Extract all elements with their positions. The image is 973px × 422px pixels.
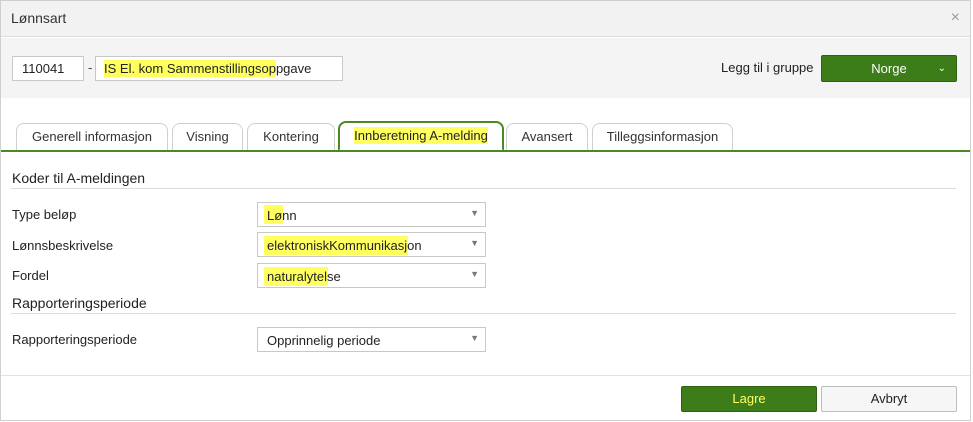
tab-kontering[interactable]: Kontering (247, 123, 335, 150)
tab-label: Tilleggsinformasjon (606, 129, 719, 144)
dialog-title: Lønnsart (11, 10, 67, 26)
tab-label: Kontering (263, 129, 319, 144)
close-icon[interactable]: × (951, 9, 960, 27)
cancel-button-label: Avbryt (870, 391, 908, 406)
type-belop-label: Type beløp (12, 207, 77, 222)
lonnsart-dialog: Lønnsart × - Legg til i gruppe Norge ⌄ G… (0, 0, 971, 421)
fordel-select[interactable]: naturalytelse ▼ (257, 263, 486, 288)
tab-innberetning-a-melding[interactable]: Innberetning A-melding (338, 121, 504, 151)
tab-visning[interactable]: Visning (172, 123, 243, 150)
add-to-group-label: Legg til i gruppe (721, 60, 814, 75)
rapporteringsperiode-value: Opprinnelig periode (267, 333, 381, 348)
footer-divider (1, 375, 970, 376)
section-title-period: Rapporteringsperiode (12, 295, 147, 311)
type-belop-select[interactable]: Lønn ▼ (257, 202, 486, 227)
chevron-down-icon: ⌄ (937, 63, 946, 74)
save-button[interactable]: Lagre (681, 386, 817, 412)
section-divider (11, 188, 956, 189)
code-input[interactable] (12, 56, 84, 81)
select-arrow-icon: ▼ (470, 238, 479, 248)
fordel-value: naturalytelse (267, 269, 341, 284)
type-belop-value: Lønn (267, 208, 297, 223)
rapporteringsperiode-select[interactable]: Opprinnelig periode ▼ (257, 327, 486, 352)
select-arrow-icon: ▼ (470, 208, 479, 218)
group-dropdown-button[interactable]: Norge ⌄ (821, 55, 957, 82)
cancel-button[interactable]: Avbryt (821, 386, 957, 412)
save-button-label: Lagre (732, 391, 766, 406)
tab-label: Generell informasjon (32, 129, 152, 144)
tab-bar: Generell informasjon Visning Kontering I… (1, 98, 970, 151)
name-input[interactable] (95, 56, 343, 81)
section-title-codes: Koder til A-meldingen (12, 170, 146, 186)
tab-tilleggsinformasjon[interactable]: Tilleggsinformasjon (592, 123, 733, 150)
dialog-header: - Legg til i gruppe Norge ⌄ (1, 38, 970, 98)
group-dropdown-label: Norge (871, 61, 907, 76)
tab-underline (1, 150, 970, 152)
lonnsbeskrivelse-select[interactable]: elektroniskKommunikasjon ▼ (257, 232, 486, 257)
lonnsbeskrivelse-value: elektroniskKommunikasjon (267, 238, 422, 253)
code-separator: - (88, 60, 93, 75)
fordel-label: Fordel (12, 268, 49, 283)
tab-label: Avansert (521, 129, 573, 144)
select-arrow-icon: ▼ (470, 269, 479, 279)
section-divider (11, 313, 956, 314)
tab-label: Innberetning A-melding (354, 127, 488, 144)
select-arrow-icon: ▼ (470, 333, 479, 343)
tab-avansert[interactable]: Avansert (506, 123, 588, 150)
tab-generell-informasjon[interactable]: Generell informasjon (16, 123, 168, 150)
rapporteringsperiode-label: Rapporteringsperiode (12, 332, 138, 347)
tab-label: Visning (186, 129, 229, 144)
dialog-titlebar: Lønnsart × (1, 1, 970, 37)
lonnsbeskrivelse-label: Lønnsbeskrivelse (12, 238, 114, 253)
